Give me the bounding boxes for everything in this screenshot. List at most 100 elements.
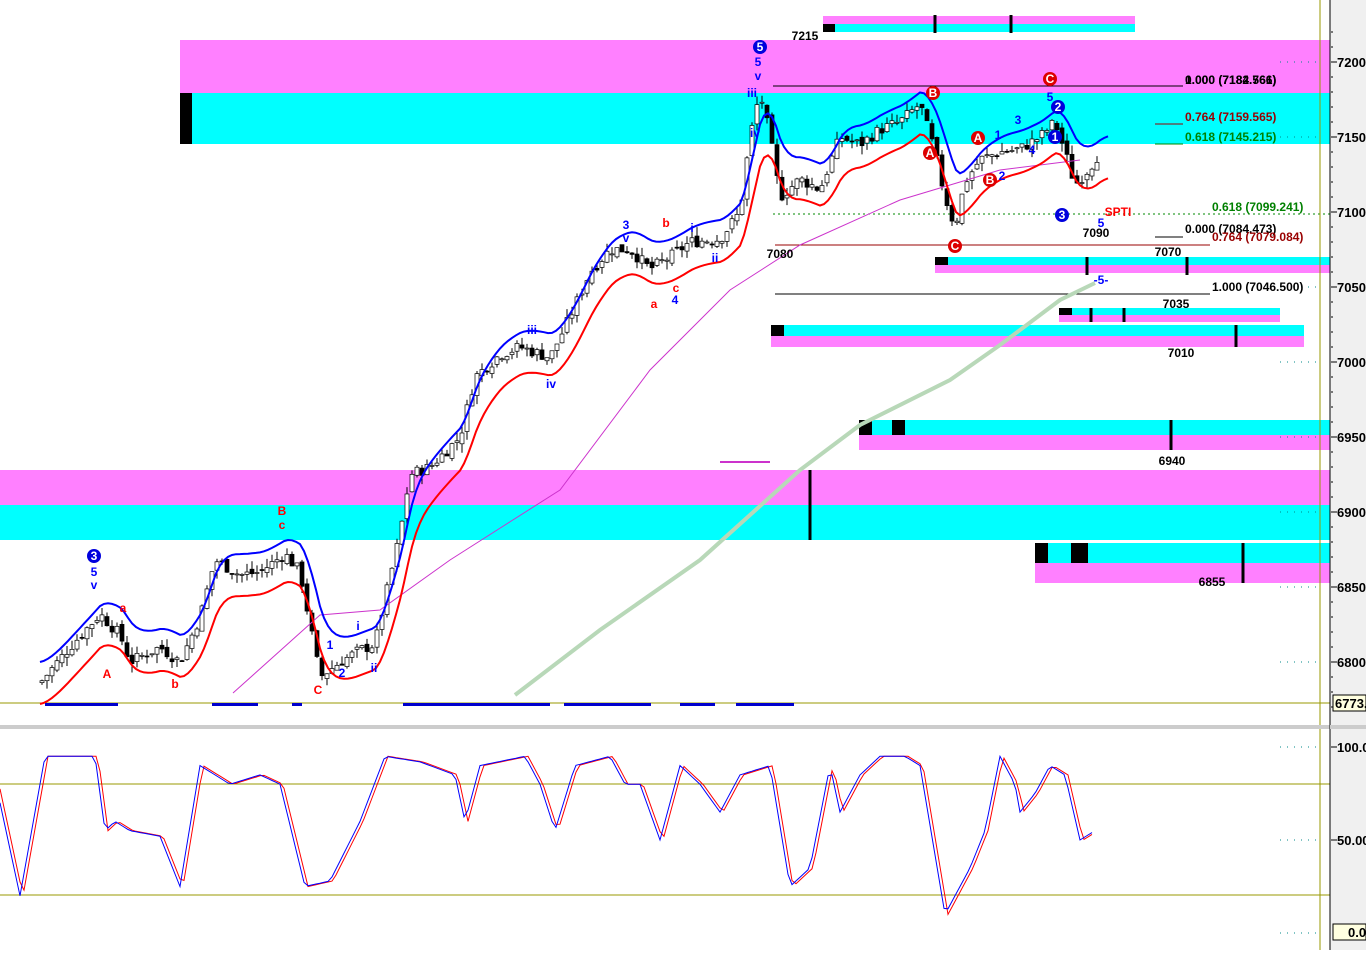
candle-down	[529, 347, 535, 357]
candle-down	[1064, 140, 1070, 155]
candle-up	[44, 674, 50, 682]
candle-up	[99, 614, 105, 622]
signal-bar	[736, 703, 794, 706]
level-label: 7090	[1083, 226, 1110, 240]
candle-up	[759, 101, 765, 104]
price-bars	[39, 95, 1100, 689]
level-label: 7070	[1155, 245, 1182, 259]
candle-up	[974, 163, 980, 170]
candle-down	[79, 637, 85, 639]
cyan-zone	[771, 325, 1304, 336]
candle-down	[364, 643, 370, 652]
candle-up	[74, 639, 80, 650]
wave-label: 3	[1015, 113, 1022, 127]
candle-up	[609, 253, 615, 256]
wave-circle-label: C	[951, 239, 960, 253]
stochastic-fast-line	[0, 754, 1093, 910]
candle-up	[429, 465, 435, 467]
price-axis[interactable]: 7200 7150 7100 7050 7000 6950 6900 6850 6800 6773…	[1329, 0, 1366, 950]
zone-marker	[771, 325, 784, 336]
candle-up	[1009, 150, 1015, 152]
wave-label: 3	[623, 218, 630, 232]
candle-up	[754, 104, 760, 125]
candle-up	[889, 120, 895, 124]
level-label: 7080	[767, 247, 794, 261]
wave-label: 2	[339, 666, 346, 680]
candle-up	[354, 646, 360, 650]
candle-up	[369, 647, 375, 653]
zone-marker	[935, 257, 948, 265]
candle-down	[164, 646, 170, 658]
candle-down	[279, 560, 285, 562]
wave-label: 5	[1098, 216, 1105, 230]
candle-up	[729, 218, 735, 230]
candle-up	[984, 154, 990, 157]
y-tick-label: 7150	[1337, 130, 1366, 145]
candle-up	[244, 571, 250, 575]
candle-down	[619, 244, 625, 253]
cyan-zone	[823, 24, 1135, 32]
candle-up	[809, 184, 815, 188]
candle-up	[684, 243, 690, 252]
signal-bar	[564, 703, 651, 706]
candle-up	[69, 649, 75, 656]
candle-up	[659, 259, 665, 262]
candle-up	[664, 259, 670, 262]
candle-up	[409, 474, 415, 493]
candle-up	[909, 109, 915, 113]
candle-up	[294, 562, 300, 567]
candle-down	[644, 258, 650, 264]
candle-up	[864, 136, 870, 144]
axis-separator	[1330, 725, 1366, 729]
wave-circle-label: B	[986, 173, 995, 187]
candle-up	[719, 241, 725, 244]
candle-down	[924, 109, 930, 122]
candle-up	[599, 261, 605, 268]
candle-down	[649, 261, 655, 269]
candle-down	[764, 104, 770, 119]
wave-label: C	[314, 683, 323, 697]
y-tick-label: 7050	[1337, 280, 1366, 295]
candle-down	[629, 252, 635, 255]
candle-up	[514, 343, 520, 352]
panel-separator	[0, 725, 1366, 729]
osc-tick-label: 100.0	[1337, 740, 1366, 755]
candle-up	[94, 620, 100, 623]
candle-up	[284, 554, 290, 564]
candle-up	[1039, 130, 1045, 139]
wave-label: c	[673, 281, 680, 295]
candle-up	[979, 155, 985, 164]
wave-label: 1	[995, 128, 1002, 142]
candle-down	[879, 128, 885, 134]
candle-up	[1079, 182, 1085, 184]
wave-label: 5	[91, 565, 98, 579]
candle-up	[454, 440, 460, 443]
candle-up	[534, 349, 540, 356]
candle-up	[1014, 147, 1020, 150]
wave-label: b	[662, 216, 669, 230]
candle-up	[134, 653, 140, 662]
candle-up	[149, 653, 155, 656]
candle-up	[59, 654, 65, 664]
candle-up	[549, 350, 555, 360]
candle-down	[804, 178, 810, 188]
candle-up	[174, 657, 180, 660]
zone-marker	[823, 24, 835, 32]
wave-circle-label: 1	[1052, 130, 1059, 144]
candle-up	[734, 214, 740, 222]
candle-up	[824, 174, 830, 184]
candle-up	[89, 624, 95, 629]
wave-label: SPTI	[1105, 205, 1132, 219]
candle-up	[959, 193, 965, 224]
wave-label: 1	[327, 638, 334, 652]
candle-down	[594, 267, 600, 271]
wave-circle-label: B	[929, 86, 938, 100]
candle-up	[689, 237, 695, 243]
upper-band-line	[39, 91, 1109, 663]
candle-down	[299, 561, 305, 587]
wave-label: B	[278, 504, 287, 518]
pink-zone	[1035, 563, 1330, 583]
wave-label: v	[755, 69, 762, 83]
wave-circle-label: 2	[1055, 100, 1062, 114]
trading-chart[interactable]: 0.000 (7184.566)1.000 (7182.761)0.764 (7…	[0, 0, 1366, 950]
